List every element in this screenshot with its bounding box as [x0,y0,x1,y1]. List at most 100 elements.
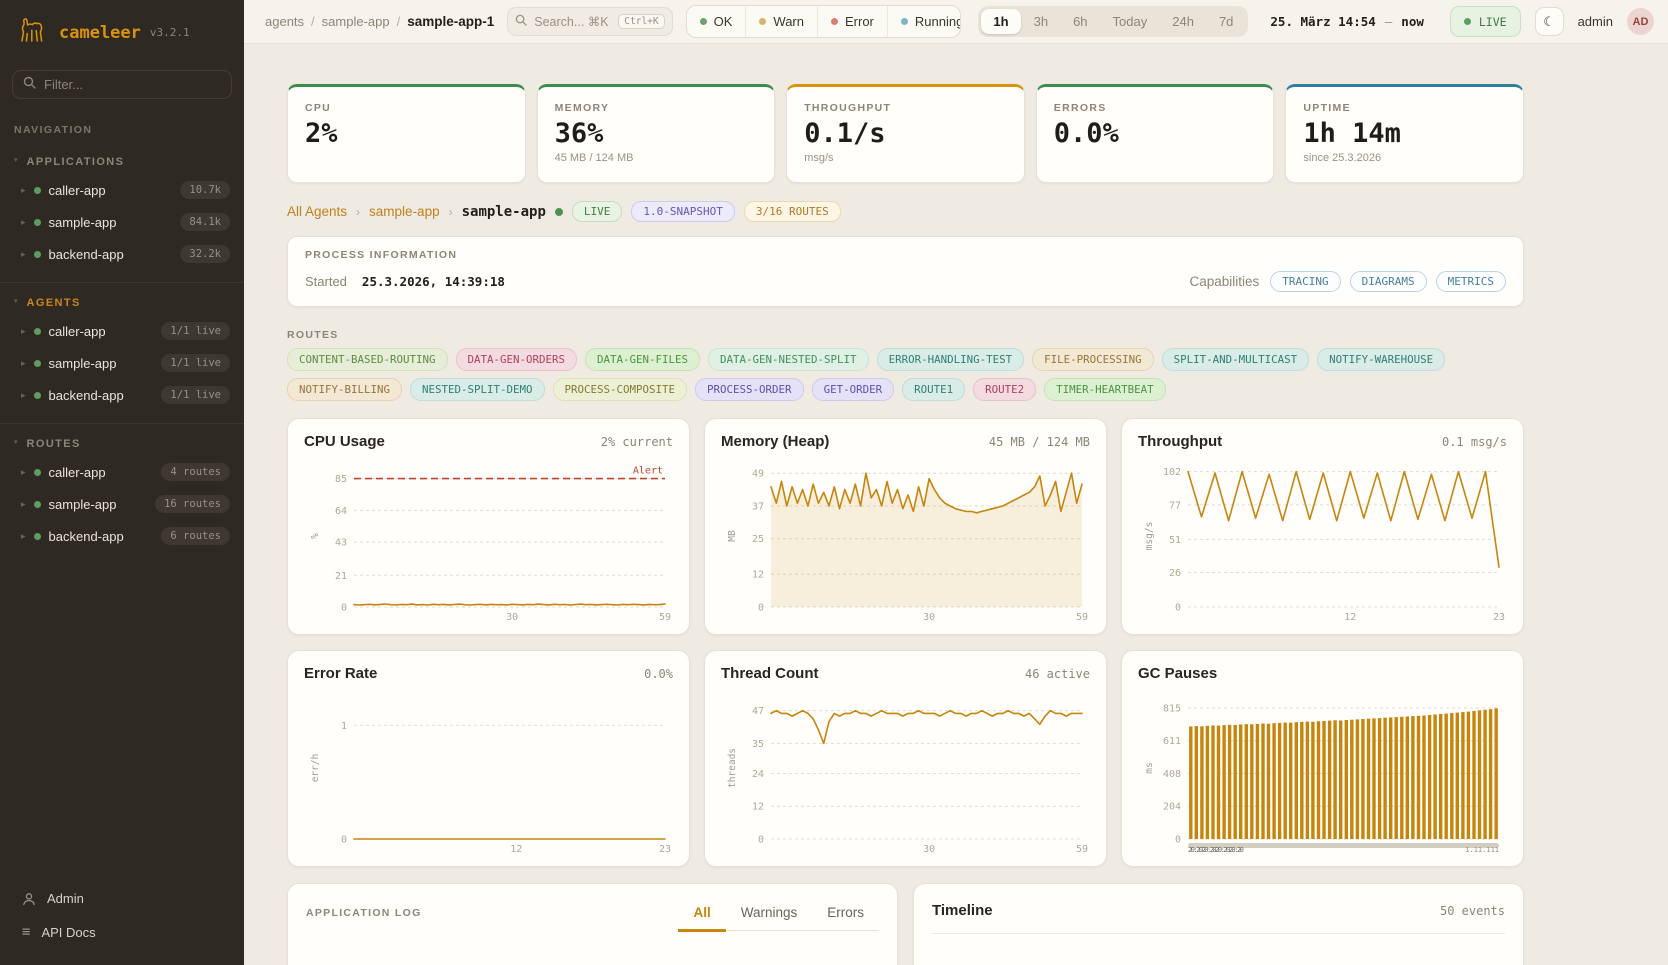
breadcrumb-item[interactable]: agents [265,14,304,29]
started-label: Started [305,274,347,289]
route-chip[interactable]: PROCESS-ORDER [695,378,804,401]
time-range-button[interactable]: 3h [1022,9,1060,34]
route-chip[interactable]: GET-ORDER [812,378,895,401]
main-scroll-area[interactable]: CPU 2% MEMORY 36% 45 MB / 124 MB THROUGH… [244,44,1668,965]
status-filter-button[interactable]: OK [687,6,746,37]
route-chip[interactable]: ROUTE2 [973,378,1036,401]
sidebar-item-badge: 32.2k [180,245,230,263]
svg-text:59: 59 [659,612,671,623]
sidebar-item[interactable]: ▸ sample-app 16 routes [0,488,244,520]
menu-icon: ≡ [22,924,30,940]
route-chip[interactable]: SPLIT-AND-MULTICAST [1162,348,1310,371]
svg-text:1: 1 [341,721,347,732]
routes-section: ROUTES CONTENT-BASED-ROUTINGDATA-GEN-ORD… [287,329,1524,401]
time-range-button[interactable]: 24h [1160,9,1206,34]
sidebar-filter[interactable] [12,70,232,99]
chart-plot: 493725120MB3059 [721,455,1090,623]
time-range-button[interactable]: Today [1101,9,1160,34]
agent-link[interactable]: sample-app [369,204,440,219]
sidebar-item-label: caller-app [49,465,106,480]
route-chip[interactable]: NESTED-SPLIT-DEMO [410,378,545,401]
sidebar-section-header[interactable]: ▾ APPLICATIONS [0,147,244,174]
filter-input[interactable] [44,77,221,92]
route-chip[interactable]: FILE-PROCESSING [1032,348,1154,371]
divider [932,933,1505,934]
sidebar-item[interactable]: ▸ caller-app 10.7k [0,174,244,206]
status-filter-button[interactable]: Running [887,6,962,37]
chart-title: CPU Usage [304,433,385,450]
date-to: now [1401,14,1424,29]
time-range-button[interactable]: 1h [981,9,1020,34]
sidebar: cameleer v3.2.1 NAVIGATION ▾ APPLICATION… [0,0,244,965]
route-chip[interactable]: NOTIFY-BILLING [287,378,402,401]
sidebar-item-badge: 16 routes [155,495,230,513]
svg-text:%: % [310,533,321,539]
route-chip[interactable]: ROUTE1 [902,378,965,401]
sidebar-item-label: backend-app [49,247,124,262]
capability-pill: TRACING [1270,271,1340,292]
sidebar-item[interactable]: ▸ backend-app 1/1 live [0,379,244,411]
time-range-button[interactable]: 6h [1061,9,1099,34]
time-range-button[interactable]: 7d [1207,9,1245,34]
svg-text:37: 37 [752,501,764,512]
sidebar-item[interactable]: ▸ sample-app 84.1k [0,206,244,238]
svg-text:77: 77 [1169,500,1181,511]
chevron-right-icon: ▸ [21,249,26,260]
svg-text:1.11.111: 1.11.111 [1465,846,1499,854]
date-range[interactable]: 25. März 14:54 — now [1261,14,1436,29]
route-chip[interactable]: DATA-GEN-FILES [585,348,700,371]
status-filter-label: OK [714,14,733,29]
route-chip[interactable]: NOTIFY-WAREHOUSE [1317,348,1445,371]
agent-current: sample-app [462,204,546,220]
sidebar-section-header[interactable]: ▾ AGENTS [0,288,244,315]
chart-plot: 856443210%3059Alert [304,455,673,623]
sidebar-item[interactable]: ▸ sample-app 1/1 live [0,347,244,379]
log-tab[interactable]: All [678,902,725,932]
sidebar-section-header[interactable]: ▾ ROUTES [0,429,244,456]
svg-text:12: 12 [752,570,764,581]
search-box[interactable]: Search... ⌘K Ctrl+K [507,7,672,36]
app-logo[interactable]: cameleer v3.2.1 [0,0,244,56]
sidebar-item[interactable]: ▸ caller-app 4 routes [0,456,244,488]
sidebar-item-label: caller-app [49,183,106,198]
chart-plot: 473524120threads3059 [721,687,1090,855]
breadcrumb: agents/sample-app/sample-app-1 [265,14,494,29]
sidebar-item-label: sample-app [49,356,117,371]
chart-plot: 8156114082040ms20:2020:2020:2020:201.11.… [1138,687,1507,855]
status-dot-icon [34,360,41,367]
status-filter-button[interactable]: Error [817,6,887,37]
chevron-down-icon: ▾ [14,156,18,164]
sidebar-item[interactable]: ▸ backend-app 32.2k [0,238,244,270]
timeline-card: Timeline 50 events [913,883,1524,965]
live-label: LIVE [1479,15,1507,29]
route-chip[interactable]: CONTENT-BASED-ROUTING [287,348,448,371]
metric-label: UPTIME [1303,102,1506,114]
sidebar-item-badge: 6 routes [161,527,230,545]
svg-text:26: 26 [1169,568,1181,579]
svg-text:102: 102 [1163,467,1181,478]
search-placeholder: Search... ⌘K [534,14,608,29]
avatar[interactable]: AD [1627,8,1654,35]
route-chip[interactable]: ERROR-HANDLING-TEST [877,348,1025,371]
agent-link[interactable]: All Agents [287,204,347,219]
sidebar-footer-label: Admin [47,891,84,906]
route-chip[interactable]: DATA-GEN-NESTED-SPLIT [708,348,869,371]
metric-card: CPU 2% [287,84,526,183]
live-badge[interactable]: LIVE [1450,6,1521,37]
log-tab[interactable]: Warnings [726,902,813,932]
sidebar-item[interactable]: ▸ caller-app 1/1 live [0,315,244,347]
svg-text:30: 30 [506,612,518,623]
sidebar-item[interactable]: ▸ backend-app 6 routes [0,520,244,552]
route-chip[interactable]: DATA-GEN-ORDERS [456,348,578,371]
svg-text:23: 23 [1493,612,1505,623]
sidebar-item-admin[interactable]: Admin [0,882,244,915]
theme-toggle-button[interactable]: ☾ [1535,7,1564,36]
status-filter-button[interactable]: Warn [745,6,817,37]
log-tab[interactable]: Errors [812,902,879,932]
sidebar-item-api-docs[interactable]: ≡ API Docs [0,915,244,949]
route-chip[interactable]: TIMER-HEARTBEAT [1044,378,1166,401]
breadcrumb-item[interactable]: sample-app [322,14,390,29]
metric-card: UPTIME 1h 14m since 25.3.2026 [1285,84,1524,183]
route-chip[interactable]: PROCESS-COMPOSITE [553,378,688,401]
metric-card: ERRORS 0.0% [1036,84,1275,183]
